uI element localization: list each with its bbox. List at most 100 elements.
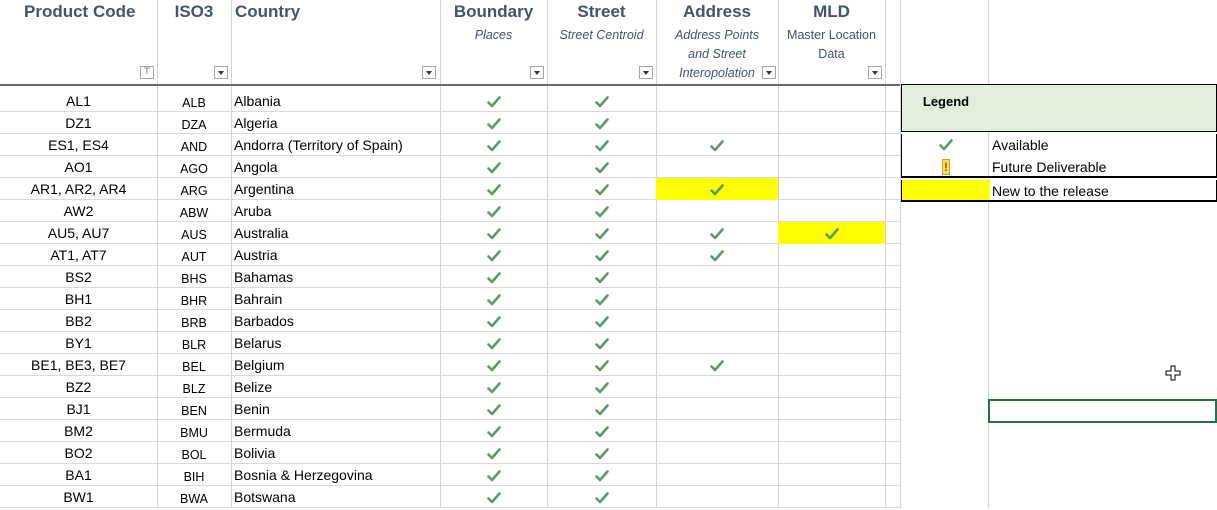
boundary-cell[interactable]	[440, 222, 547, 244]
boundary-cell[interactable]	[440, 442, 547, 464]
street-cell[interactable]	[547, 266, 656, 288]
table-row[interactable]: BJ1 BEN Benin	[0, 398, 900, 420]
boundary-cell[interactable]	[440, 332, 547, 354]
product-code-cell[interactable]: BA1	[0, 464, 157, 486]
table-row[interactable]: BS2 BHS Bahamas	[0, 266, 900, 288]
product-code-cell[interactable]: BO2	[0, 442, 157, 464]
iso3-cell[interactable]: AUT	[157, 244, 231, 266]
street-cell[interactable]	[547, 486, 656, 508]
header-mld[interactable]: MLD Master Location Data	[778, 0, 885, 84]
filter-button-address[interactable]	[762, 66, 776, 79]
mld-cell[interactable]	[778, 486, 885, 508]
address-cell[interactable]	[656, 398, 778, 420]
boundary-cell[interactable]	[440, 156, 547, 178]
address-cell[interactable]	[656, 266, 778, 288]
street-cell[interactable]	[547, 156, 656, 178]
boundary-cell[interactable]	[440, 178, 547, 200]
filter-button-street[interactable]	[639, 66, 653, 79]
boundary-cell[interactable]	[440, 464, 547, 486]
country-cell[interactable]: Algeria	[234, 112, 434, 134]
table-row[interactable]: BZ2 BLZ Belize	[0, 376, 900, 398]
address-cell[interactable]	[656, 442, 778, 464]
country-cell[interactable]: Andorra (Territory of Spain)	[234, 134, 434, 156]
mld-cell[interactable]	[778, 90, 885, 112]
boundary-cell[interactable]	[440, 354, 547, 376]
street-cell[interactable]	[547, 90, 656, 112]
iso3-cell[interactable]: ARG	[157, 178, 231, 200]
iso3-cell[interactable]: BIH	[157, 464, 231, 486]
boundary-cell[interactable]	[440, 398, 547, 420]
table-row[interactable]: AR1, AR2, AR4 ARG Argentina	[0, 178, 900, 200]
boundary-cell[interactable]	[440, 288, 547, 310]
address-cell[interactable]	[656, 244, 778, 266]
product-code-cell[interactable]: BW1	[0, 486, 157, 508]
header-country[interactable]: Country	[231, 0, 440, 84]
mld-cell[interactable]	[778, 200, 885, 222]
street-cell[interactable]	[547, 134, 656, 156]
country-cell[interactable]: Austria	[234, 244, 434, 266]
iso3-cell[interactable]: AGO	[157, 156, 231, 178]
country-cell[interactable]: Aruba	[234, 200, 434, 222]
street-cell[interactable]	[547, 112, 656, 134]
filter-button-boundary[interactable]	[530, 66, 544, 79]
iso3-cell[interactable]: ABW	[157, 200, 231, 222]
header-address[interactable]: Address Address Points and Street Intero…	[656, 0, 778, 84]
address-cell[interactable]	[656, 332, 778, 354]
mld-cell[interactable]	[778, 332, 885, 354]
boundary-cell[interactable]	[440, 134, 547, 156]
country-cell[interactable]: Botswana	[234, 486, 434, 508]
table-row[interactable]: ES1, ES4 AND Andorra (Territory of Spain)	[0, 134, 900, 156]
mld-cell[interactable]	[778, 222, 885, 244]
address-cell[interactable]	[656, 134, 778, 156]
header-street[interactable]: Street Street Centroid	[547, 0, 656, 84]
header-iso3[interactable]: ISO3	[157, 0, 231, 84]
street-cell[interactable]	[547, 354, 656, 376]
table-row[interactable]: BM2 BMU Bermuda	[0, 420, 900, 442]
mld-cell[interactable]	[778, 420, 885, 442]
mld-cell[interactable]	[778, 310, 885, 332]
country-cell[interactable]: Belarus	[234, 332, 434, 354]
country-cell[interactable]: Bermuda	[234, 420, 434, 442]
mld-cell[interactable]	[778, 112, 885, 134]
table-row[interactable]: BH1 BHR Bahrain	[0, 288, 900, 310]
boundary-cell[interactable]	[440, 112, 547, 134]
product-code-cell[interactable]: BY1	[0, 332, 157, 354]
product-code-cell[interactable]: BJ1	[0, 398, 157, 420]
product-code-cell[interactable]: DZ1	[0, 112, 157, 134]
mld-cell[interactable]	[778, 134, 885, 156]
street-cell[interactable]	[547, 398, 656, 420]
country-cell[interactable]: Argentina	[234, 178, 434, 200]
table-row[interactable]: BY1 BLR Belarus	[0, 332, 900, 354]
mld-cell[interactable]	[778, 354, 885, 376]
country-cell[interactable]: Bahamas	[234, 266, 434, 288]
product-code-cell[interactable]: AR1, AR2, AR4	[0, 178, 157, 200]
iso3-cell[interactable]: BLR	[157, 332, 231, 354]
iso3-cell[interactable]: BWA	[157, 486, 231, 508]
boundary-cell[interactable]	[440, 420, 547, 442]
iso3-cell[interactable]: BEL	[157, 354, 231, 376]
product-code-cell[interactable]: AU5, AU7	[0, 222, 157, 244]
table-row[interactable]: BO2 BOL Bolivia	[0, 442, 900, 464]
street-cell[interactable]	[547, 332, 656, 354]
header-boundary[interactable]: Boundary Places	[440, 0, 547, 84]
street-cell[interactable]	[547, 442, 656, 464]
street-cell[interactable]	[547, 376, 656, 398]
country-cell[interactable]: Albania	[234, 90, 434, 112]
address-cell[interactable]	[656, 420, 778, 442]
product-code-cell[interactable]: BM2	[0, 420, 157, 442]
iso3-cell[interactable]: BRB	[157, 310, 231, 332]
table-row[interactable]: AW2 ABW Aruba	[0, 200, 900, 222]
table-row[interactable]: AO1 AGO Angola	[0, 156, 900, 178]
address-cell[interactable]	[656, 178, 778, 200]
boundary-cell[interactable]	[440, 244, 547, 266]
mld-cell[interactable]	[778, 156, 885, 178]
header-product-code[interactable]: Product Code	[0, 0, 157, 84]
mld-cell[interactable]	[778, 266, 885, 288]
iso3-cell[interactable]: AND	[157, 134, 231, 156]
address-cell[interactable]	[656, 90, 778, 112]
street-cell[interactable]	[547, 178, 656, 200]
product-code-cell[interactable]: AL1	[0, 90, 157, 112]
boundary-cell[interactable]	[440, 486, 547, 508]
filter-button-country[interactable]	[422, 66, 436, 79]
table-row[interactable]: AL1 ALB Albania	[0, 90, 900, 112]
